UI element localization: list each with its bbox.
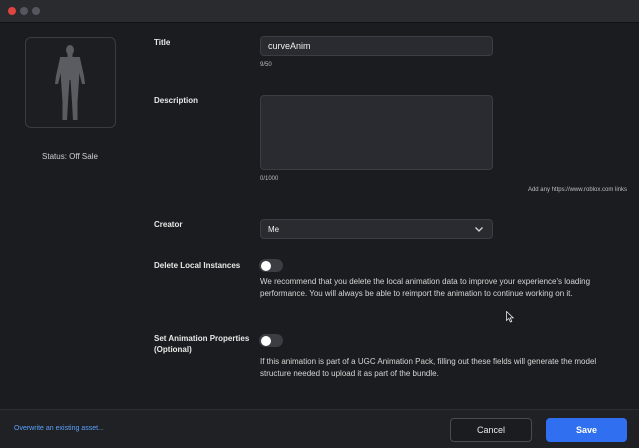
character-silhouette-icon (55, 45, 85, 120)
minimize-window-button[interactable] (20, 7, 28, 15)
creator-label: Creator (154, 220, 183, 229)
title-label: Title (154, 38, 171, 47)
animation-preview-thumbnail (25, 37, 116, 128)
overwrite-existing-asset-link[interactable]: Overwrite an existing asset... (14, 425, 104, 432)
delete-local-instances-toggle[interactable] (259, 259, 283, 272)
creator-dropdown[interactable]: Me (260, 219, 493, 239)
close-window-button[interactable] (8, 7, 16, 15)
description-character-counter: 0/1000 (260, 176, 279, 182)
creator-selected-value: Me (268, 225, 280, 234)
animation-properties-toggle[interactable] (259, 334, 283, 347)
mouse-cursor-icon (506, 311, 514, 323)
animation-properties-description: If this animation is part of a UGC Anima… (260, 357, 597, 378)
toggle-knob (261, 260, 271, 271)
delete-local-instances-description: We recommend that you delete the local a… (260, 277, 591, 298)
dialog-footer: Overwrite an existing asset... Cancel Sa… (0, 409, 639, 448)
sale-status: Status: Off Sale (42, 152, 98, 161)
description-label: Description (154, 96, 199, 105)
save-button[interactable]: Save (546, 418, 627, 442)
title-input[interactable] (260, 36, 493, 56)
delete-local-instances-label: Delete Local Instances (154, 261, 241, 270)
maximize-window-button[interactable] (32, 7, 40, 15)
toggle-knob (261, 335, 271, 346)
chevron-down-icon (475, 227, 483, 232)
animation-properties-label: Set Animation Properties (Optional) (154, 334, 250, 354)
description-input[interactable] (260, 95, 493, 170)
title-bar (0, 0, 639, 23)
publish-animation-window: Status: Off Sale Title 9/50 Description … (0, 0, 639, 448)
title-character-counter: 9/50 (260, 62, 272, 68)
cancel-button[interactable]: Cancel (450, 418, 532, 442)
description-links-hint: Add any https://www.roblox.com links (527, 187, 627, 193)
